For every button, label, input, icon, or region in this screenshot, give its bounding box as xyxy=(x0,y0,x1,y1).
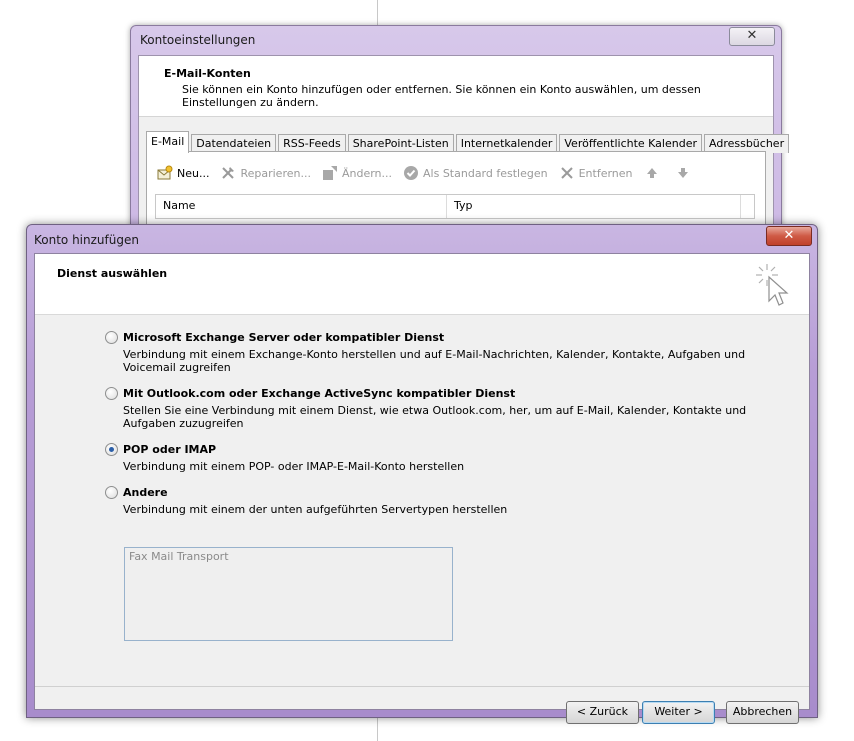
window-title: Konto hinzufügen xyxy=(34,233,139,247)
change-label: Ändern... xyxy=(341,166,393,180)
checkmark-circle-icon xyxy=(403,165,419,181)
header-panel: Dienst auswählen xyxy=(35,254,809,315)
arrow-down-icon xyxy=(675,165,691,181)
column-name[interactable]: Name xyxy=(156,195,447,218)
radio-exchange[interactable] xyxy=(105,331,118,344)
header-panel: E-Mail-Konten Sie können ein Konto hinzu… xyxy=(139,56,773,117)
window-client: E-Mail-Konten Sie können ein Konto hinzu… xyxy=(138,55,790,241)
toolbar: Neu... Reparieren... Ändern... Als Stand… xyxy=(157,165,706,181)
account-settings-window: Kontoeinstellungen ✕ E-Mail-Konten Sie k… xyxy=(130,25,790,242)
set-default-label: Als Standard festlegen xyxy=(423,166,548,180)
radio-other[interactable] xyxy=(105,486,118,499)
column-type[interactable]: Typ xyxy=(447,195,741,218)
option-pop-imap-desc: Verbindung mit einem POP- oder IMAP-E-Ma… xyxy=(123,460,465,473)
option-exchange-label[interactable]: Microsoft Exchange Server oder kompatibl… xyxy=(123,331,444,344)
wizard-cursor-icon xyxy=(756,264,789,306)
header-title: E-Mail-Konten xyxy=(164,67,251,80)
background-divider-bottom xyxy=(377,716,378,741)
tab-email[interactable]: E-Mail xyxy=(146,131,190,153)
background-divider-top xyxy=(377,0,378,26)
new-mail-icon xyxy=(157,165,173,181)
radio-outlook-com[interactable] xyxy=(105,387,118,400)
radio-pop-imap[interactable] xyxy=(105,443,118,456)
repair-button[interactable]: Reparieren... xyxy=(220,165,311,181)
move-up-button[interactable] xyxy=(644,165,664,181)
new-account-label: Neu... xyxy=(177,166,210,180)
tools-icon xyxy=(220,165,236,181)
close-icon: ✕ xyxy=(746,28,758,43)
back-button[interactable]: < Zurück xyxy=(566,701,639,724)
account-list-header: Name Typ xyxy=(155,194,755,219)
window-title: Kontoeinstellungen xyxy=(140,33,256,47)
remove-button[interactable]: Entfernen xyxy=(559,165,633,181)
add-account-window: Konto hinzufügen ✕ Dienst auswählen Micr… xyxy=(26,224,818,724)
option-outlook-com: Mit Outlook.com oder Exchange ActiveSync… xyxy=(105,387,773,430)
server-type-list[interactable]: Fax Mail Transport xyxy=(124,547,453,641)
footer-divider xyxy=(35,686,809,687)
close-icon: ✕ xyxy=(783,228,795,243)
change-icon xyxy=(322,165,338,181)
close-button[interactable]: ✕ xyxy=(766,226,812,246)
move-down-button[interactable] xyxy=(675,165,695,181)
option-outlook-com-desc: Stellen Sie eine Verbindung mit einem Di… xyxy=(123,404,747,430)
window-client: Dienst auswählen Microsoft Exchange Serv… xyxy=(34,253,810,724)
repair-label: Reparieren... xyxy=(240,166,311,180)
set-default-button[interactable]: Als Standard festlegen xyxy=(403,165,548,181)
header-title: Dienst auswählen xyxy=(57,267,168,280)
new-account-button[interactable]: Neu... xyxy=(157,165,209,181)
option-pop-imap: POP oder IMAP Verbindung mit einem POP- … xyxy=(105,443,773,473)
option-other-desc: Verbindung mit einem der unten aufgeführ… xyxy=(123,503,508,516)
arrow-up-icon xyxy=(644,165,660,181)
option-exchange-desc: Verbindung mit einem Exchange-Konto hers… xyxy=(123,348,746,374)
next-button[interactable]: Weiter > xyxy=(642,701,715,724)
option-exchange: Microsoft Exchange Server oder kompatibl… xyxy=(105,331,773,374)
option-outlook-com-label[interactable]: Mit Outlook.com oder Exchange ActiveSync… xyxy=(123,387,515,400)
option-other-label[interactable]: Andere xyxy=(123,486,168,499)
remove-x-icon xyxy=(559,165,575,181)
header-description: Sie können ein Konto hinzufügen oder ent… xyxy=(182,83,701,109)
change-button[interactable]: Ändern... xyxy=(322,165,392,181)
cancel-button[interactable]: Abbrechen xyxy=(726,701,799,724)
tab-strip: E-Mail Datendateien RSS-Feeds SharePoint… xyxy=(146,131,791,153)
close-button[interactable]: ✕ xyxy=(729,27,775,46)
list-item[interactable]: Fax Mail Transport xyxy=(125,548,452,565)
option-other: Andere Verbindung mit einem der unten au… xyxy=(105,486,773,516)
remove-label: Entfernen xyxy=(578,166,633,180)
option-pop-imap-label[interactable]: POP oder IMAP xyxy=(123,443,216,456)
